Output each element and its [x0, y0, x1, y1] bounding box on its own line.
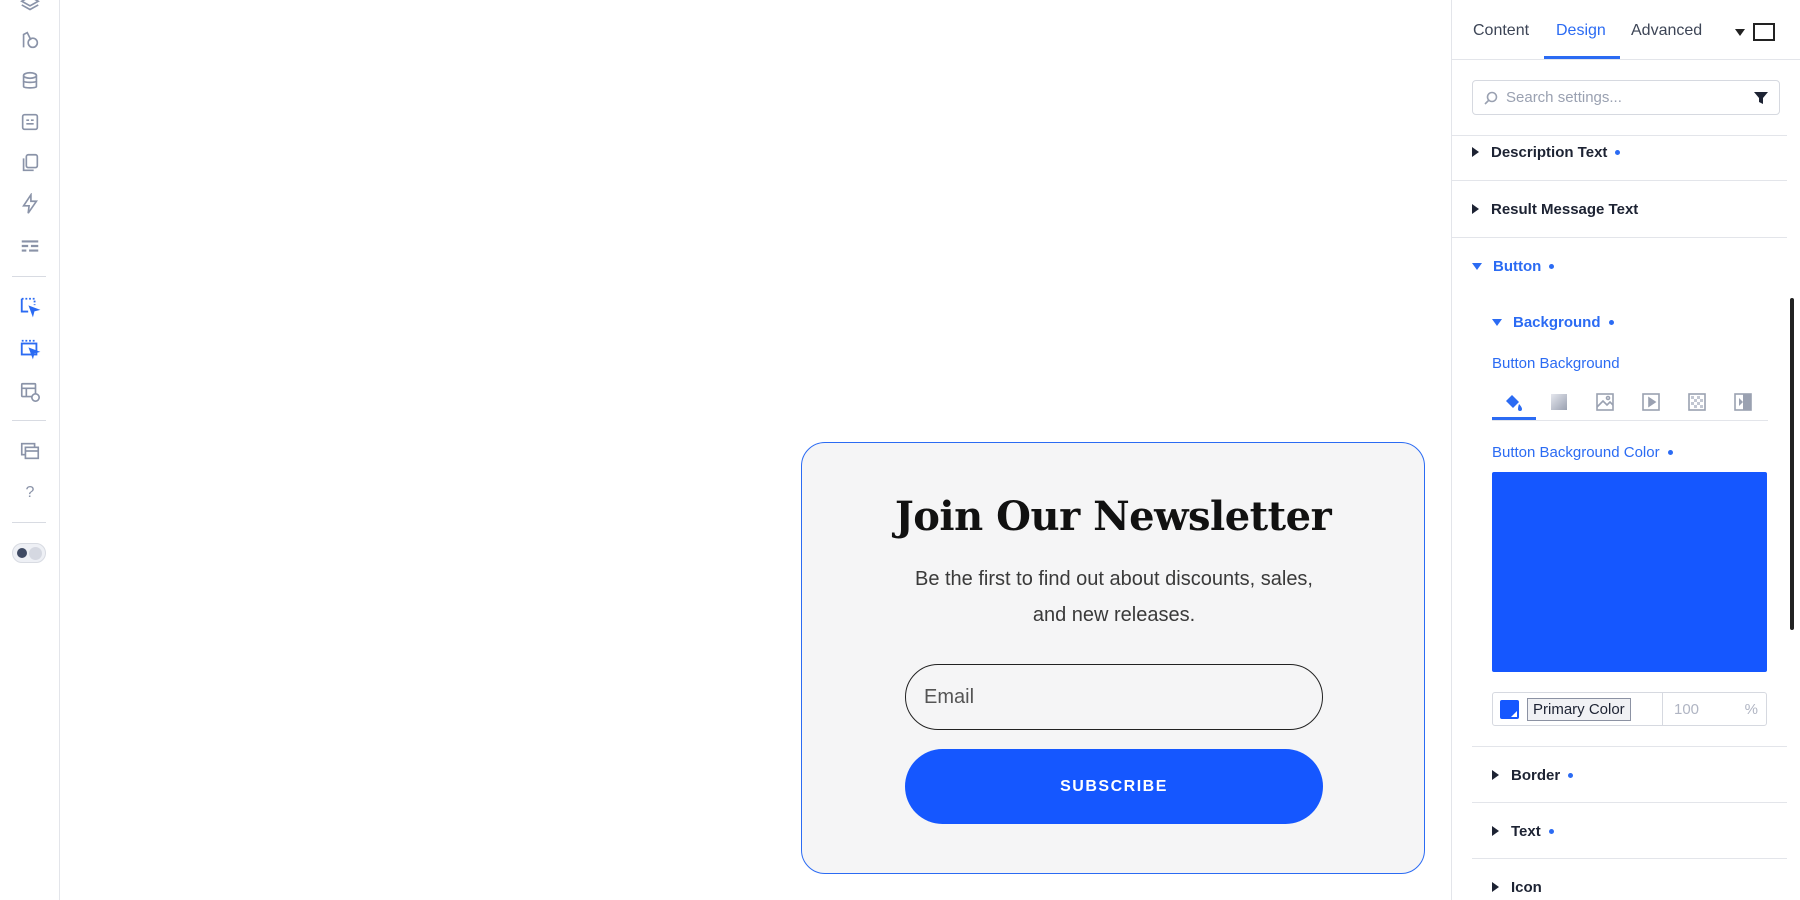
section-border[interactable]: Border: [1492, 765, 1574, 785]
active-bg-type-indicator: [1492, 417, 1536, 420]
color-value-row: Primary Color 100 %: [1492, 692, 1767, 726]
caret-down-icon: [1472, 262, 1482, 270]
button-background-color-label: Button Background Color: [1492, 443, 1660, 461]
video-icon[interactable]: [1640, 391, 1662, 413]
layers-icon[interactable]: [18, 0, 42, 16]
email-field[interactable]: Email: [905, 664, 1323, 730]
search-input[interactable]: Search settings...: [1506, 89, 1622, 106]
modified-dot: [1608, 319, 1614, 325]
tab-content[interactable]: Content: [1473, 22, 1529, 40]
section-label: Result Message Text: [1491, 200, 1639, 218]
background-type-tabs: [1492, 385, 1768, 421]
color-swatch[interactable]: [1500, 700, 1519, 719]
section-label: Button: [1493, 257, 1542, 275]
filter-icon[interactable]: [1753, 90, 1769, 106]
help-icon[interactable]: ?: [18, 481, 42, 505]
toggle-knob: [29, 547, 42, 560]
caret-right-icon: [1492, 770, 1499, 780]
tab-design[interactable]: Design: [1556, 22, 1606, 40]
divider: [1472, 802, 1787, 803]
color-picker-area[interactable]: [1492, 472, 1767, 672]
sidebar-divider: [12, 522, 46, 523]
divider: [1472, 858, 1787, 859]
section-text[interactable]: Text: [1492, 821, 1554, 841]
button-background-color-label-row: Button Background Color: [1492, 442, 1673, 462]
tab-advanced[interactable]: Advanced: [1631, 22, 1702, 40]
panel-tabs: Content Design Advanced: [1452, 0, 1800, 60]
menu-lines-icon[interactable]: [18, 234, 42, 258]
settings-panel: Content Design Advanced Search settings.…: [1451, 0, 1800, 900]
divider: [1452, 135, 1787, 136]
chevron-down-icon[interactable]: [1735, 29, 1745, 36]
form-icon[interactable]: [18, 110, 42, 134]
newsletter-card[interactable]: Join Our Newsletter Be the first to find…: [801, 442, 1425, 874]
sidebar-divider: [12, 420, 46, 421]
newsletter-title[interactable]: Join Our Newsletter: [802, 493, 1424, 540]
subscribe-button[interactable]: SUBSCRIBE: [905, 749, 1323, 824]
caret-right-icon: [1492, 882, 1499, 892]
caret-right-icon: [1472, 147, 1479, 157]
left-sidebar: ?: [0, 0, 60, 900]
active-tab-indicator: [1544, 56, 1620, 59]
search-icon: [1484, 91, 1498, 105]
section-label: Background: [1513, 313, 1601, 331]
panel-scrollbar[interactable]: [1790, 298, 1794, 630]
divider: [1452, 237, 1787, 238]
caret-right-icon: [1492, 826, 1499, 836]
sidebar-divider: [12, 276, 46, 277]
section-label: Description Text: [1491, 143, 1608, 161]
divider: [1452, 180, 1787, 181]
gradient-icon[interactable]: [1548, 391, 1570, 413]
sun-icon: [17, 548, 27, 558]
divider: [1472, 746, 1787, 747]
copy-icon[interactable]: [18, 151, 42, 175]
paint-bucket-icon[interactable]: [1502, 391, 1524, 413]
template-preview-icon[interactable]: [18, 380, 42, 404]
section-button[interactable]: Button: [1472, 256, 1555, 276]
modified-dot: [1568, 772, 1574, 778]
caret-right-icon: [1472, 204, 1479, 214]
section-background[interactable]: Background: [1492, 312, 1614, 332]
section-label: Text: [1511, 822, 1541, 840]
divider: [1662, 693, 1663, 725]
image-icon[interactable]: [1594, 391, 1616, 413]
modified-dot: [1548, 828, 1554, 834]
button-background-label: Button Background: [1492, 355, 1620, 372]
modified-dot: [1615, 149, 1621, 155]
panel-toggle-icon[interactable]: [1753, 23, 1775, 41]
overlay-icon[interactable]: [1732, 391, 1754, 413]
opacity-input[interactable]: 100: [1674, 701, 1699, 718]
lightning-icon[interactable]: [18, 192, 42, 216]
newsletter-description[interactable]: Be the first to find out about discounts…: [902, 561, 1326, 633]
search-settings[interactable]: Search settings...: [1472, 80, 1780, 115]
section-description-text[interactable]: Description Text: [1472, 142, 1621, 162]
section-icon[interactable]: Icon: [1492, 877, 1542, 897]
palette-icon[interactable]: [18, 28, 42, 52]
select-multi-icon[interactable]: [18, 337, 42, 361]
color-name-field[interactable]: Primary Color: [1527, 698, 1631, 721]
windows-icon[interactable]: [18, 439, 42, 463]
select-cursor-icon[interactable]: [18, 295, 42, 319]
modified-dot: [1667, 449, 1673, 455]
section-label: Border: [1511, 766, 1561, 784]
theme-toggle[interactable]: [12, 543, 46, 563]
section-result-message-text[interactable]: Result Message Text: [1472, 199, 1638, 219]
caret-down-icon: [1492, 318, 1502, 326]
pattern-icon[interactable]: [1686, 391, 1708, 413]
database-icon[interactable]: [18, 69, 42, 93]
modified-dot: [1549, 263, 1555, 269]
opacity-unit: %: [1744, 701, 1758, 718]
section-label: Icon: [1511, 878, 1542, 896]
